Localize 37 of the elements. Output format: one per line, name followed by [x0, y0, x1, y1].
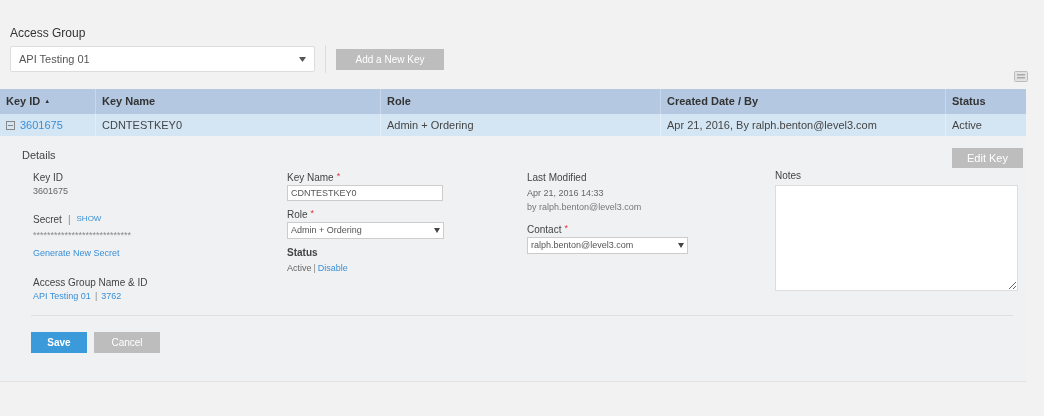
- required-mark: *: [336, 170, 341, 183]
- table-row[interactable]: 3601675 CDNTESTKEY0 Admin + Ordering Apr 21, 2016, By ralph.benton@level3.com Active: [0, 114, 1026, 136]
- role-select[interactable]: Admin + Ordering: [287, 222, 444, 239]
- field-label: Role: [287, 208, 308, 222]
- field-label: Key Name: [287, 171, 334, 185]
- field-label: Status: [287, 246, 318, 260]
- field-label: Key ID: [33, 171, 63, 185]
- table-cell-text: Apr 21, 2016, By ralph.benton@level3.com: [667, 117, 877, 133]
- field-label: Secret: [33, 212, 62, 227]
- notes-field[interactable]: [775, 185, 1018, 291]
- separator: |: [67, 212, 71, 227]
- field-label: Access Group Name & ID: [33, 275, 148, 290]
- contact-select[interactable]: ralph.benton@level3.com: [527, 237, 688, 254]
- caret-icon: [678, 243, 684, 248]
- field-value: by ralph.benton@level3.com: [527, 200, 642, 214]
- caret-icon: [434, 228, 440, 233]
- caret-icon: [299, 56, 306, 62]
- table-cell-text: CDNTESTKEY0: [102, 117, 183, 133]
- access-group-select[interactable]: API Testing 01: [10, 46, 315, 72]
- table-cell-text: Active: [952, 117, 982, 133]
- collapse-icon[interactable]: [6, 120, 15, 130]
- separator: |: [94, 289, 98, 303]
- field-label: Notes: [775, 169, 802, 183]
- secret-value: ****************************: [33, 228, 132, 242]
- field-value: Apr 21, 2016 14:33: [527, 187, 604, 200]
- key-name-field[interactable]: CDNTESTKEY0: [287, 185, 443, 201]
- required-mark: *: [310, 207, 315, 220]
- field-label: Access Group: [10, 25, 86, 42]
- grid-icon[interactable]: [1014, 71, 1028, 82]
- required-mark: *: [564, 222, 568, 235]
- status-value: Active: [287, 262, 312, 275]
- field-label: Contact: [527, 223, 562, 237]
- separator: |: [313, 262, 316, 275]
- field-value: 3601675: [33, 185, 69, 198]
- table-cell-text: Admin + Ordering: [387, 117, 474, 133]
- section-title: Details: [22, 148, 56, 163]
- field-label: Last Modified: [527, 171, 587, 185]
